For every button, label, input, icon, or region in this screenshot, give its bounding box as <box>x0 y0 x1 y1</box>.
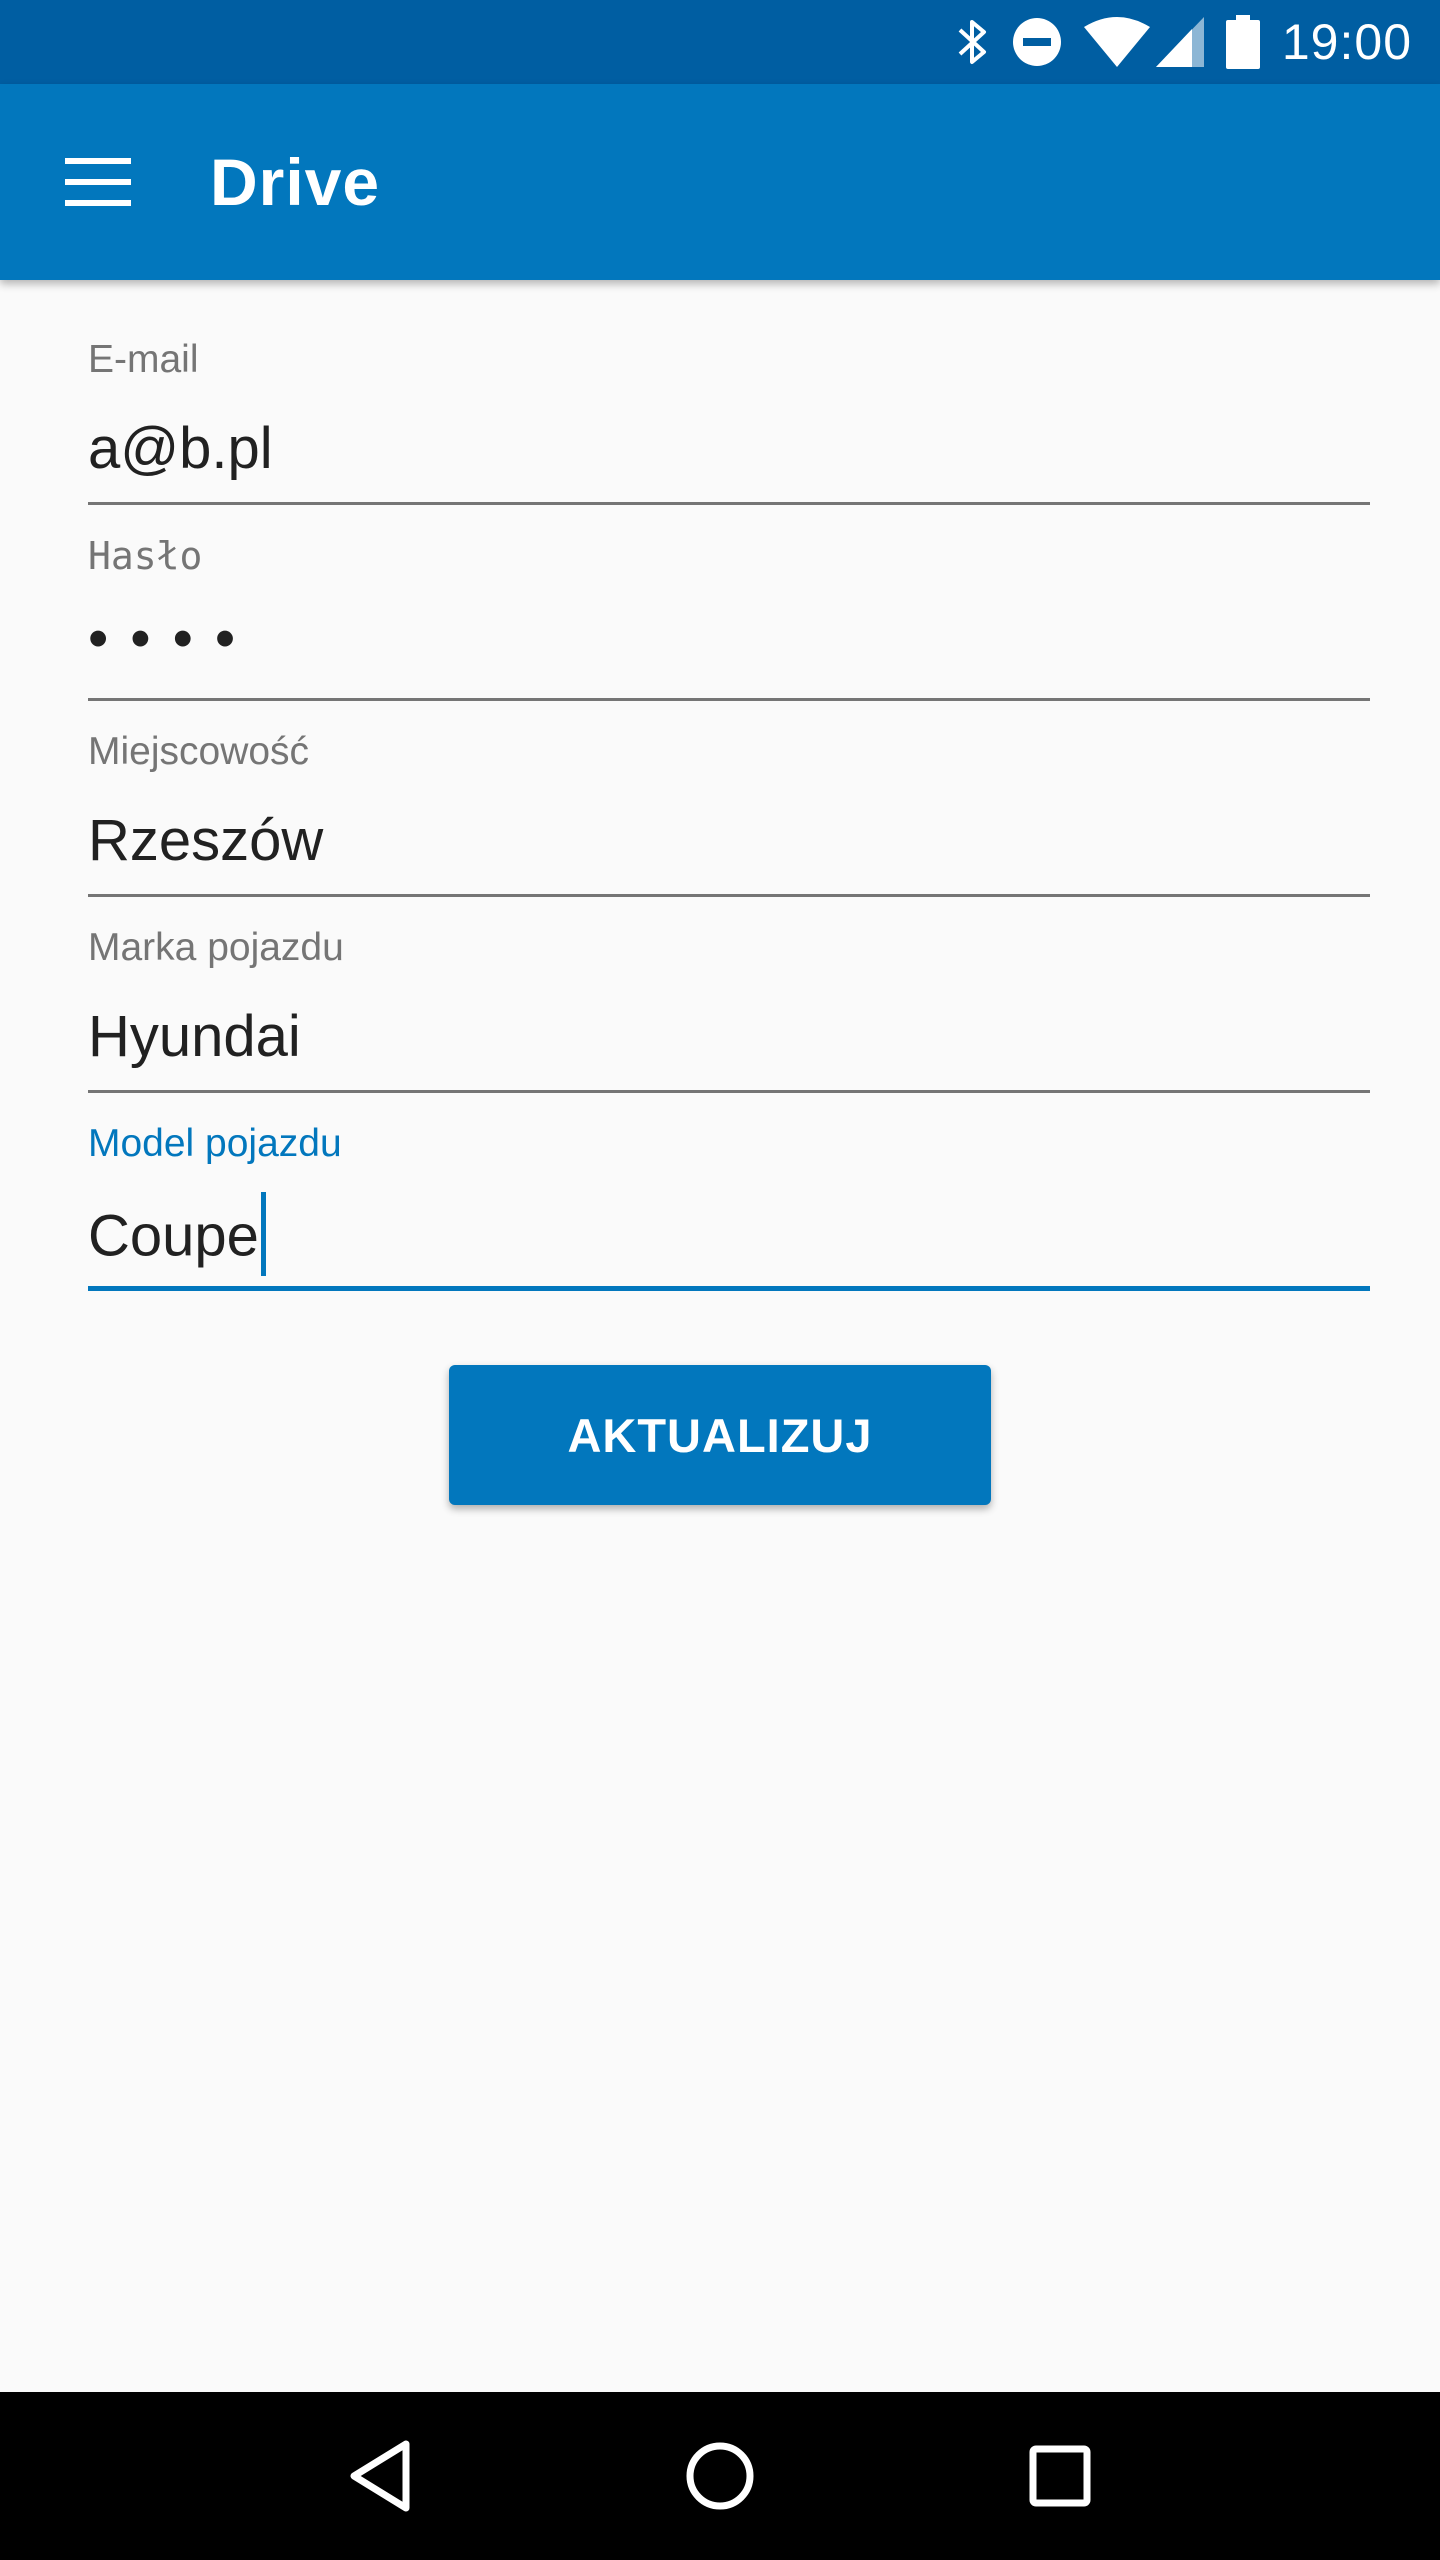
vehicle-model-value: Coupe <box>88 1203 259 1269</box>
vehicle-brand-input[interactable]: Hyundai <box>88 1002 301 1072</box>
navigation-bar <box>0 2392 1440 2560</box>
status-time: 19:00 <box>1281 14 1412 70</box>
home-button[interactable] <box>660 2416 780 2536</box>
vehicle-brand-field[interactable]: Marka pojazdu Hyundai <box>88 868 1370 1093</box>
vehicle-model-underline <box>88 1286 1370 1291</box>
cell-signal-icon <box>1155 17 1204 67</box>
recents-square-icon <box>1029 2445 1091 2507</box>
hamburger-menu-icon <box>65 158 131 206</box>
profile-form: E-mail a@b.pl Hasło •••• Miejscowość Rze… <box>88 280 1370 1291</box>
app-title: Drive <box>210 145 381 219</box>
vehicle-model-input[interactable]: Coupe <box>88 1192 266 1282</box>
home-circle-icon <box>686 2442 754 2510</box>
password-label: Hasło <box>88 534 203 578</box>
city-label: Miejscowość <box>88 730 310 773</box>
update-button[interactable]: AKTUALIZUJ <box>449 1365 991 1505</box>
status-bar: 19:00 <box>0 0 1440 84</box>
vehicle-model-field[interactable]: Model pojazdu Coupe <box>88 1064 1370 1291</box>
email-field[interactable]: E-mail a@b.pl <box>88 280 1370 505</box>
wifi-icon <box>1083 17 1150 67</box>
vehicle-brand-label: Marka pojazdu <box>88 926 344 969</box>
text-cursor <box>260 1192 266 1276</box>
password-input[interactable]: •••• <box>88 604 257 674</box>
app-bar: Drive <box>0 84 1440 280</box>
city-input[interactable]: Rzeszów <box>88 806 323 876</box>
bluetooth-icon <box>956 16 990 68</box>
back-triangle-icon <box>350 2440 410 2512</box>
menu-button[interactable] <box>48 132 148 232</box>
email-input[interactable]: a@b.pl <box>88 414 273 484</box>
back-button[interactable] <box>320 2416 440 2536</box>
email-label: E-mail <box>88 338 199 381</box>
battery-icon <box>1225 15 1260 69</box>
password-field[interactable]: Hasło •••• <box>88 476 1370 701</box>
city-field[interactable]: Miejscowość Rzeszów <box>88 672 1370 897</box>
do-not-disturb-icon <box>1012 17 1062 67</box>
recents-button[interactable] <box>1000 2416 1120 2536</box>
vehicle-model-label: Model pojazdu <box>88 1122 342 1165</box>
